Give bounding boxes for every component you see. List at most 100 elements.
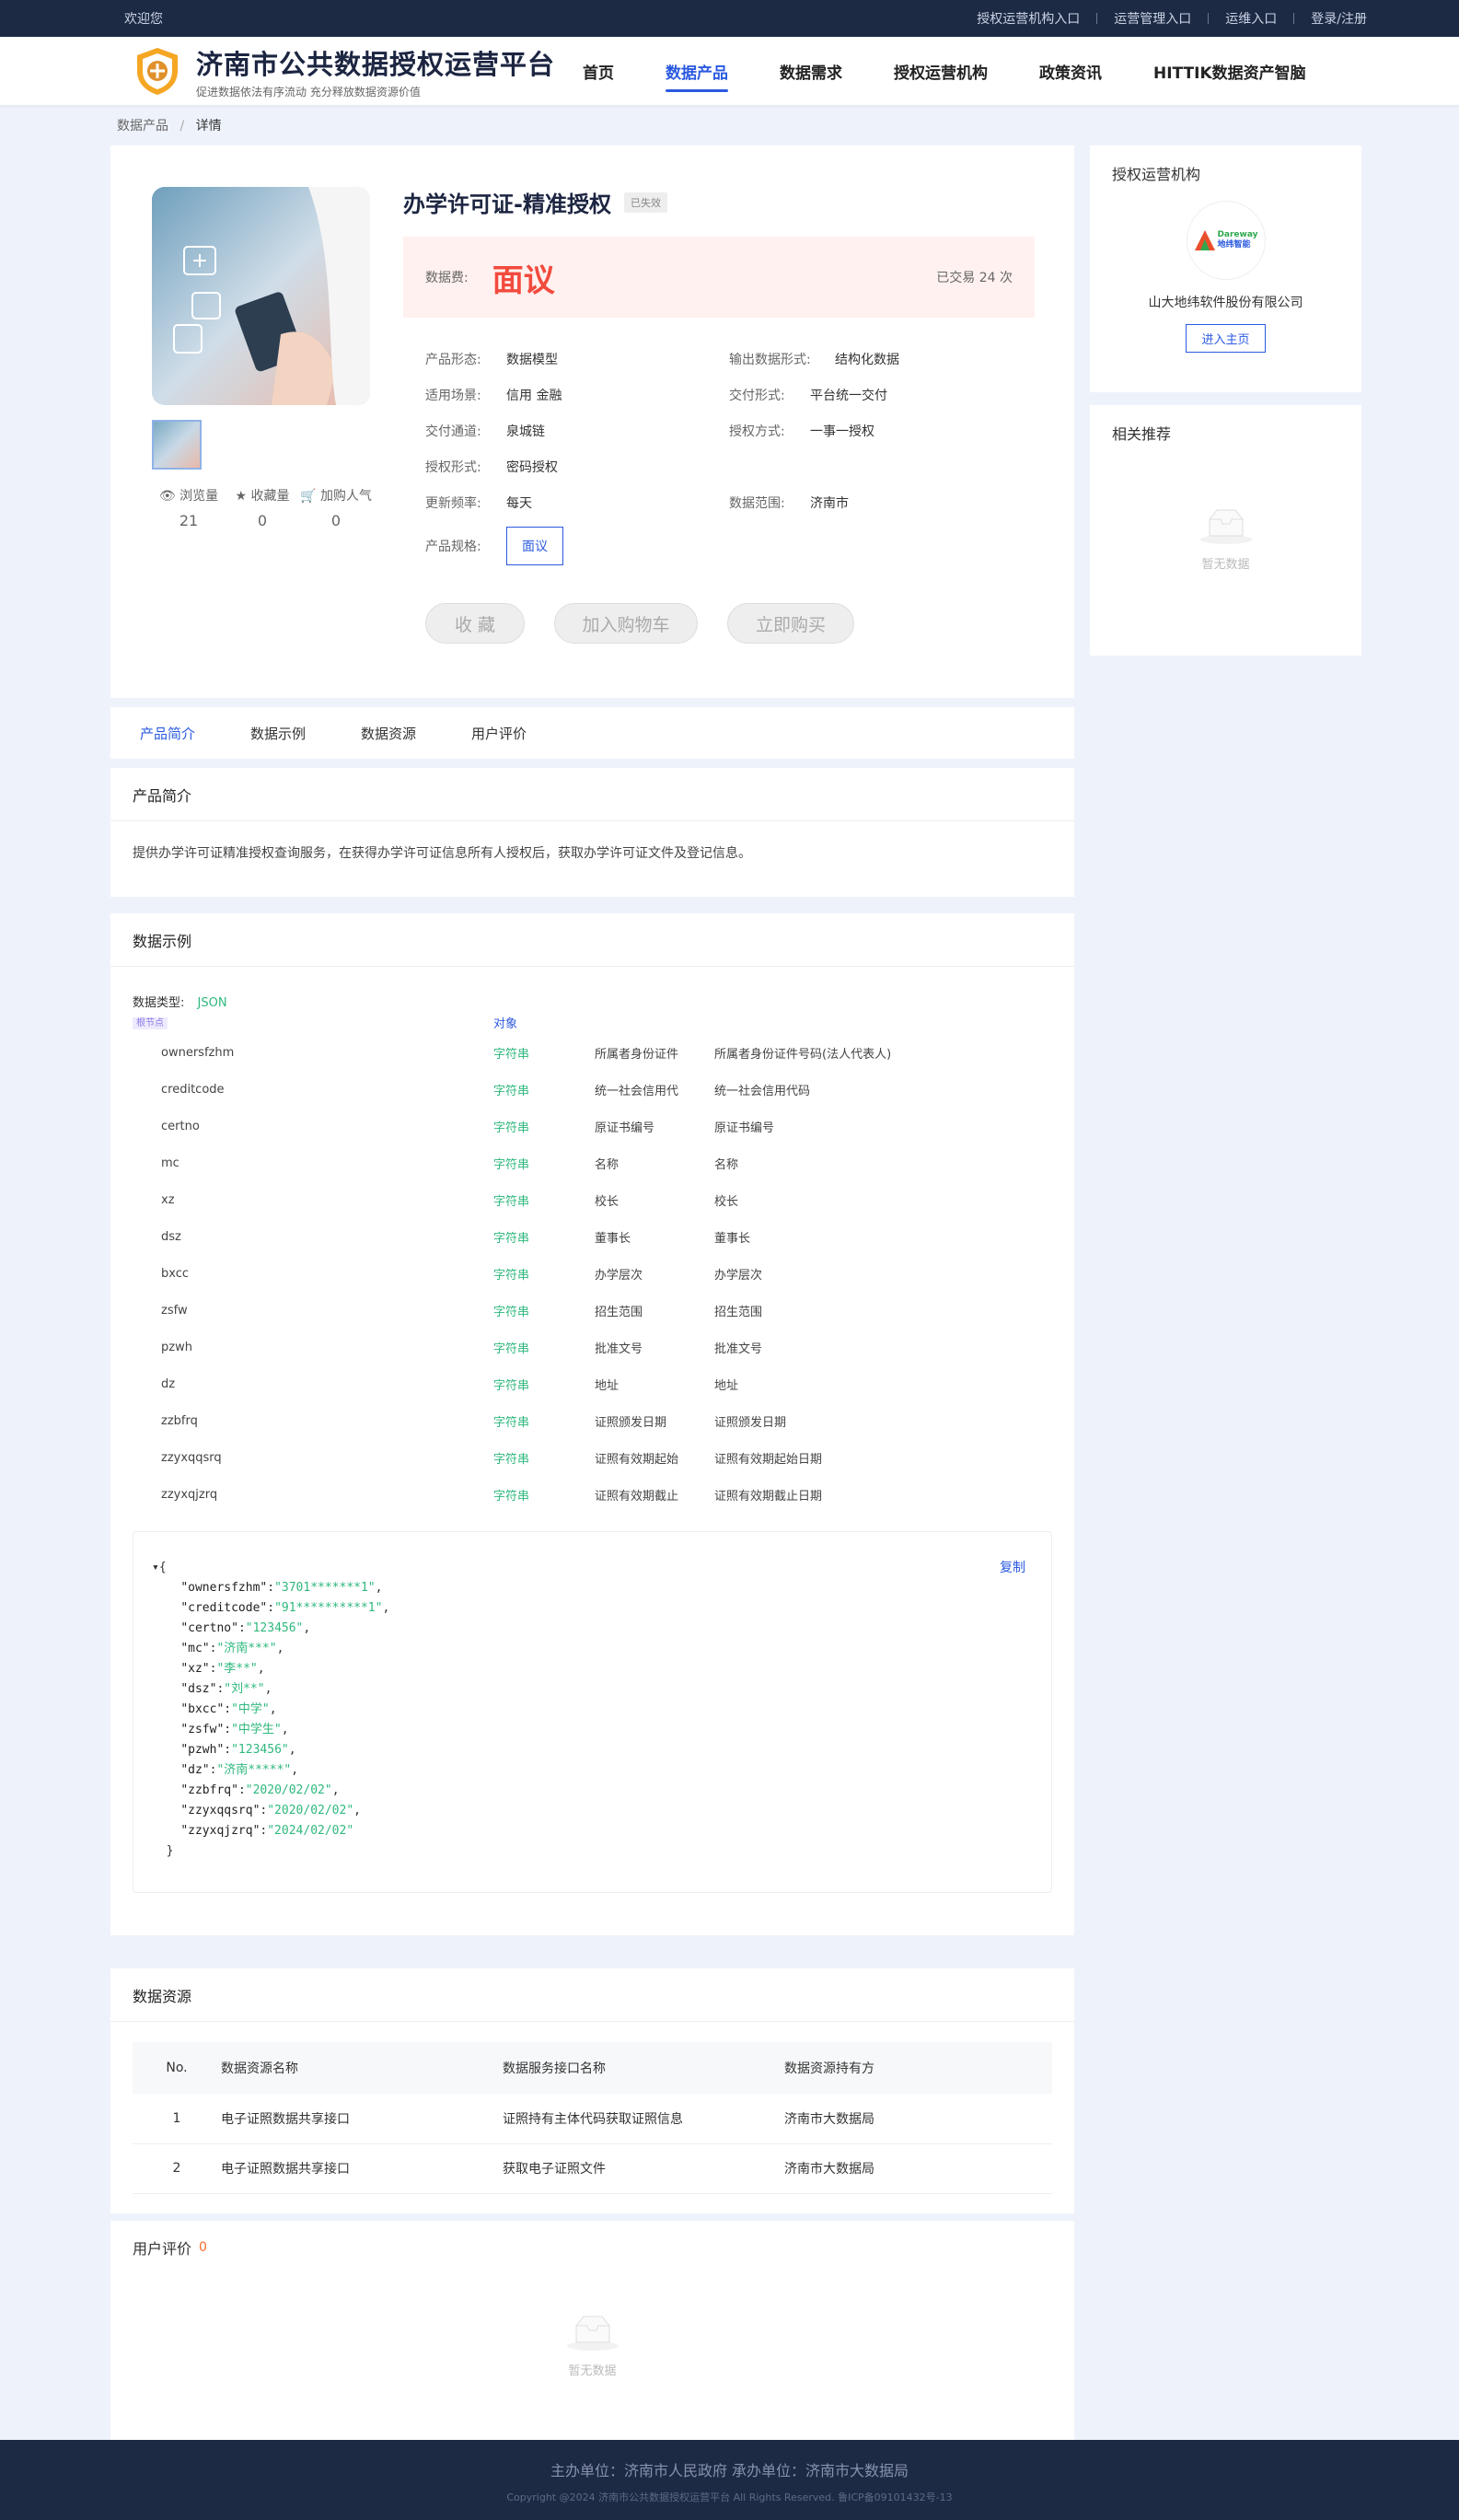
breadcrumb-parent[interactable]: 数据产品 (117, 119, 168, 134)
json-value: "2024/02/02" (267, 1824, 354, 1838)
field-type: 字符串 (493, 1121, 530, 1135)
nav-data-products[interactable]: 数据产品 (666, 52, 728, 92)
field-row: zzyxqqsrq 字符串 证照有效期起始 证照有效期起始日期 (133, 1439, 1052, 1476)
field-type: 字符串 (493, 1378, 530, 1393)
nav-home[interactable]: 首页 (583, 52, 614, 90)
field-desc: 董事长 (714, 1231, 751, 1246)
product-stats: 👁 浏览量 21 ★ 收藏量 0 🛒 加购人气 0 (152, 486, 373, 529)
field-name: zzbfrq (161, 1413, 198, 1428)
shield-logo-icon (137, 48, 178, 95)
right-column: 授权运营机构 Dareway 地纬智能 山大地纬软件股份有限公司 进入主页 相关… (1090, 145, 1361, 656)
nav-data-demands[interactable]: 数据需求 (780, 52, 842, 90)
add-to-cart-button[interactable]: 加入购物车 (554, 603, 698, 644)
cell: 电子证照数据共享接口 (221, 2094, 503, 2144)
root-type: 对象 (493, 1016, 518, 1031)
top-links: 授权运营机构入口 运营管理入口 运维入口 登录/注册 (960, 9, 1367, 28)
tab-reviews[interactable]: 用户评价 (471, 724, 527, 743)
breadcrumb-current: 详情 (195, 119, 222, 134)
json-key: "dz" (180, 1763, 210, 1777)
login-register-link[interactable]: 登录/注册 (1294, 9, 1367, 28)
reviews-empty: 暂无数据 (110, 2274, 1074, 2378)
cell: 证照持有主体代码获取证照信息 (503, 2094, 784, 2144)
field-row: xz 字符串 校长 校长 (133, 1181, 1052, 1218)
welcome-text: 欢迎您 (124, 12, 163, 27)
product-image (152, 187, 370, 405)
json-key: "pzwh" (180, 1743, 225, 1757)
field-name: zsfw (161, 1303, 188, 1318)
example-section: 数据示例 数据类型: JSON 根节点 对象 ownersfzhm 字符串 所属者身… (110, 913, 1074, 1935)
field-type: 字符串 (493, 1194, 530, 1209)
json-key: "xz" (180, 1662, 210, 1676)
collapse-toggle-icon[interactable]: ▾{ (152, 1561, 167, 1574)
status-badge: 已失效 (623, 192, 667, 213)
nav-policy-news[interactable]: 政策资讯 (1039, 52, 1102, 90)
logo-chinese: 地纬智能 (1217, 240, 1251, 250)
table-row[interactable]: 2 电子证照数据共享接口 获取电子证照文件 济南市大数据局 (133, 2143, 1052, 2194)
footer-copyright: Copyright @2024 济南市公共数据授权运营平台 All Rights… (506, 2491, 953, 2503)
field-label: 证照有效期截止 (595, 1489, 679, 1504)
org-entry-link[interactable]: 授权运营机构入口 (960, 9, 1096, 28)
attr-key: 交付形式: (729, 388, 785, 403)
json-value: "2020/02/02" (267, 1804, 354, 1817)
buy-now-button[interactable]: 立即购买 (727, 603, 854, 644)
nav-asset-brain[interactable]: HITTIK数据资产智脑 (1153, 52, 1306, 90)
field-desc: 批准文号 (714, 1341, 763, 1356)
json-value: "2020/02/02" (245, 1783, 332, 1797)
json-value: "123456" (245, 1621, 304, 1635)
ops-entry-link[interactable]: 运营管理入口 (1097, 9, 1208, 28)
field-desc: 证照有效期起始日期 (714, 1452, 823, 1467)
attr-key: 更新频率: (425, 495, 481, 511)
field-type: 字符串 (493, 1268, 530, 1283)
cell: 获取电子证照文件 (503, 2143, 784, 2194)
column-header: 数据资源名称 (221, 2042, 503, 2094)
tab-intro[interactable]: 产品简介 (140, 724, 195, 743)
resources-section: 数据资源 No. 数据资源名称 数据服务接口名称 数据资源持有方 1 电子证照数… (110, 1968, 1074, 2213)
field-row: zzyxqjzrq 字符串 证照有效期截止 证照有效期截止日期 (133, 1476, 1052, 1513)
field-type: 字符串 (493, 1084, 530, 1098)
attr-value: 泉城链 (506, 424, 545, 439)
breadcrumb-sep: / (179, 119, 185, 134)
json-key: "bxcc" (180, 1702, 225, 1716)
cell: 济南市大数据局 (784, 2143, 1052, 2194)
cell: 2 (133, 2143, 221, 2194)
reviews-section: 用户评价 0 暂无数据 (110, 2221, 1074, 2448)
json-code[interactable]: ▾{ "ownersfzhm":"3701*******1", "creditc… (152, 1558, 1033, 1862)
field-label: 董事长 (595, 1231, 631, 1246)
field-desc: 证照颁发日期 (714, 1415, 787, 1430)
action-buttons: 收 藏 加入购物车 立即购买 (425, 603, 884, 644)
field-row: bxcc 字符串 办学层次 办学层次 (133, 1255, 1052, 1292)
attr-value: 一事一授权 (810, 424, 874, 439)
maintenance-entry-link[interactable]: 运维入口 (1209, 9, 1293, 28)
field-row: ownersfzhm 字符串 所属者身份证件 所属者身份证件号码(法人代表人) (133, 1034, 1052, 1071)
json-value: "济南*****" (216, 1763, 292, 1777)
json-key: "zzyxqjzrq" (180, 1824, 261, 1838)
field-row: certno 字符串 原证书编号 原证书编号 (133, 1108, 1052, 1144)
copy-button[interactable]: 复制 (1000, 1558, 1025, 1576)
json-value: "李**" (216, 1662, 258, 1676)
product-thumbnail[interactable] (152, 420, 202, 470)
table-row[interactable]: 1 电子证照数据共享接口 证照持有主体代码获取证照信息 济南市大数据局 (133, 2094, 1052, 2144)
json-sample: 复制 ▾{ "ownersfzhm":"3701*******1", "cred… (133, 1531, 1052, 1893)
price-label: 数据费: (425, 271, 469, 285)
data-type-row: 数据类型: JSON (110, 967, 1074, 1010)
field-desc: 地址 (714, 1378, 739, 1393)
cart-icon: 🛒 (300, 489, 317, 504)
attr-value: 结构化数据 (835, 352, 899, 367)
recommend-empty: 暂无数据 (1090, 460, 1361, 572)
enter-homepage-button[interactable]: 进入主页 (1186, 324, 1266, 353)
spec-option-button[interactable]: 面议 (506, 527, 563, 565)
favorite-button[interactable]: 收 藏 (425, 603, 525, 644)
field-label: 名称 (595, 1157, 619, 1172)
field-name: mc (161, 1155, 179, 1170)
tab-resources[interactable]: 数据资源 (361, 724, 416, 743)
logo[interactable]: 济南市公共数据授权运营平台 促进数据依法有序流动 充分释放数据资源价值 (132, 43, 583, 99)
tab-example[interactable]: 数据示例 (250, 724, 306, 743)
product-title: 办学许可证-精准授权 (403, 192, 611, 217)
field-name: dsz (161, 1229, 181, 1244)
field-label: 校长 (595, 1194, 619, 1209)
nav-operators[interactable]: 授权运营机构 (894, 52, 988, 90)
field-name: zzyxqjzrq (161, 1487, 218, 1502)
attr-key: 授权形式: (425, 459, 481, 475)
attr-row: 适用场景: 信用 金融 交付形式: 平台统一交付 (425, 377, 1033, 412)
json-value: "济南***" (216, 1642, 277, 1655)
